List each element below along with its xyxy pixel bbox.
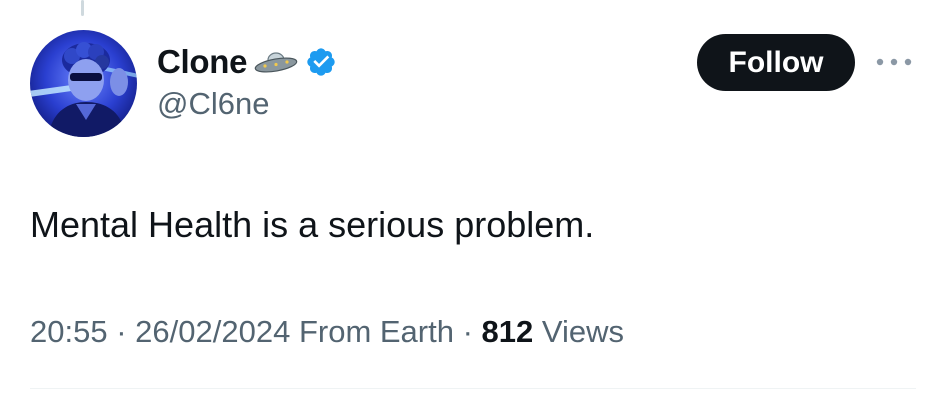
ufo-icon [253,49,299,75]
views-count[interactable]: 812 [482,314,534,349]
meta-separator: · [462,314,473,349]
meta-separator: · [116,314,127,349]
author-display-name[interactable]: Clone [157,43,247,81]
tweet-time[interactable]: 20:55 [30,314,108,349]
more-horizontal-icon [876,58,912,66]
author-handle[interactable]: @Cl6ne [157,86,269,122]
avatar-image [30,30,137,137]
author-name-row: Clone [157,40,337,84]
tweet-date[interactable]: 26/02/2024 [135,314,290,349]
verified-badge-icon[interactable] [305,46,337,78]
avatar[interactable] [30,30,137,137]
divider [30,388,916,389]
thread-connector-line [81,0,84,16]
tweet-text: Mental Health is a serious problem. [30,204,595,245]
more-options-button[interactable] [872,50,916,74]
tweet-metadata: 20:55 · 26/02/2024 From Earth · 812 View… [30,314,624,350]
views-label: Views [541,314,625,349]
follow-button[interactable]: Follow [697,34,855,91]
tweet-source: From Earth [298,314,454,349]
